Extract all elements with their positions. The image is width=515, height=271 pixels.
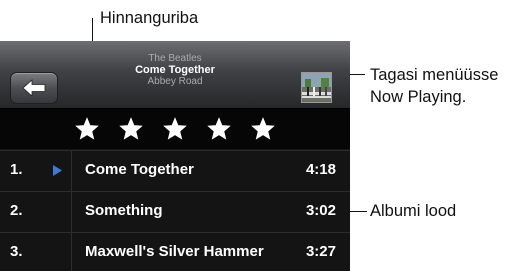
track-title: Something xyxy=(85,202,163,219)
callout-tracks-label: Albumi lood xyxy=(370,202,457,220)
rating-star-icon[interactable] xyxy=(119,117,143,141)
track-number: 2. xyxy=(10,202,23,219)
now-playing-song: Come Together xyxy=(135,64,215,76)
rating-star-icon[interactable] xyxy=(75,117,99,141)
callout-back-label-line2: Now Playing. xyxy=(370,88,467,106)
track-title: Maxwell's Silver Hammer xyxy=(85,243,264,260)
now-playing-album: Abbey Road xyxy=(147,76,203,87)
rating-bar xyxy=(0,109,350,149)
callout-back-label-line1: Tagasi menüüsse xyxy=(370,66,499,84)
rating-star-icon[interactable] xyxy=(163,117,187,141)
track-row-2[interactable]: 2. Something 3:02 xyxy=(0,191,350,232)
track-duration: 3:27 xyxy=(305,243,336,260)
album-track-list-screen: The Beatles Come Together Abbey Road 1. xyxy=(0,41,350,271)
play-indicator-icon xyxy=(53,165,62,176)
track-number: 1. xyxy=(10,161,23,178)
track-row-3[interactable]: 3. Maxwell's Silver Hammer 3:27 xyxy=(0,232,350,271)
rating-star-icon[interactable] xyxy=(207,117,231,141)
track-row-1[interactable]: 1. Come Together 4:18 xyxy=(0,150,350,191)
track-duration: 4:18 xyxy=(305,161,336,178)
now-playing-header: The Beatles Come Together Abbey Road xyxy=(0,41,350,109)
album-art-thumbnail[interactable] xyxy=(301,72,332,103)
track-number: 3. xyxy=(10,243,23,260)
callout-tracks-line xyxy=(349,211,367,212)
track-duration: 3:02 xyxy=(305,202,336,219)
back-to-now-playing-button[interactable] xyxy=(10,72,58,104)
now-playing-info: The Beatles Come Together Abbey Road xyxy=(70,53,280,87)
rating-star-icon[interactable] xyxy=(251,117,275,141)
track-title: Come Together xyxy=(85,161,194,178)
back-arrow-icon xyxy=(22,79,46,97)
now-playing-artist: The Beatles xyxy=(148,53,202,64)
callout-rating-label: Hinnanguriba xyxy=(100,9,199,27)
